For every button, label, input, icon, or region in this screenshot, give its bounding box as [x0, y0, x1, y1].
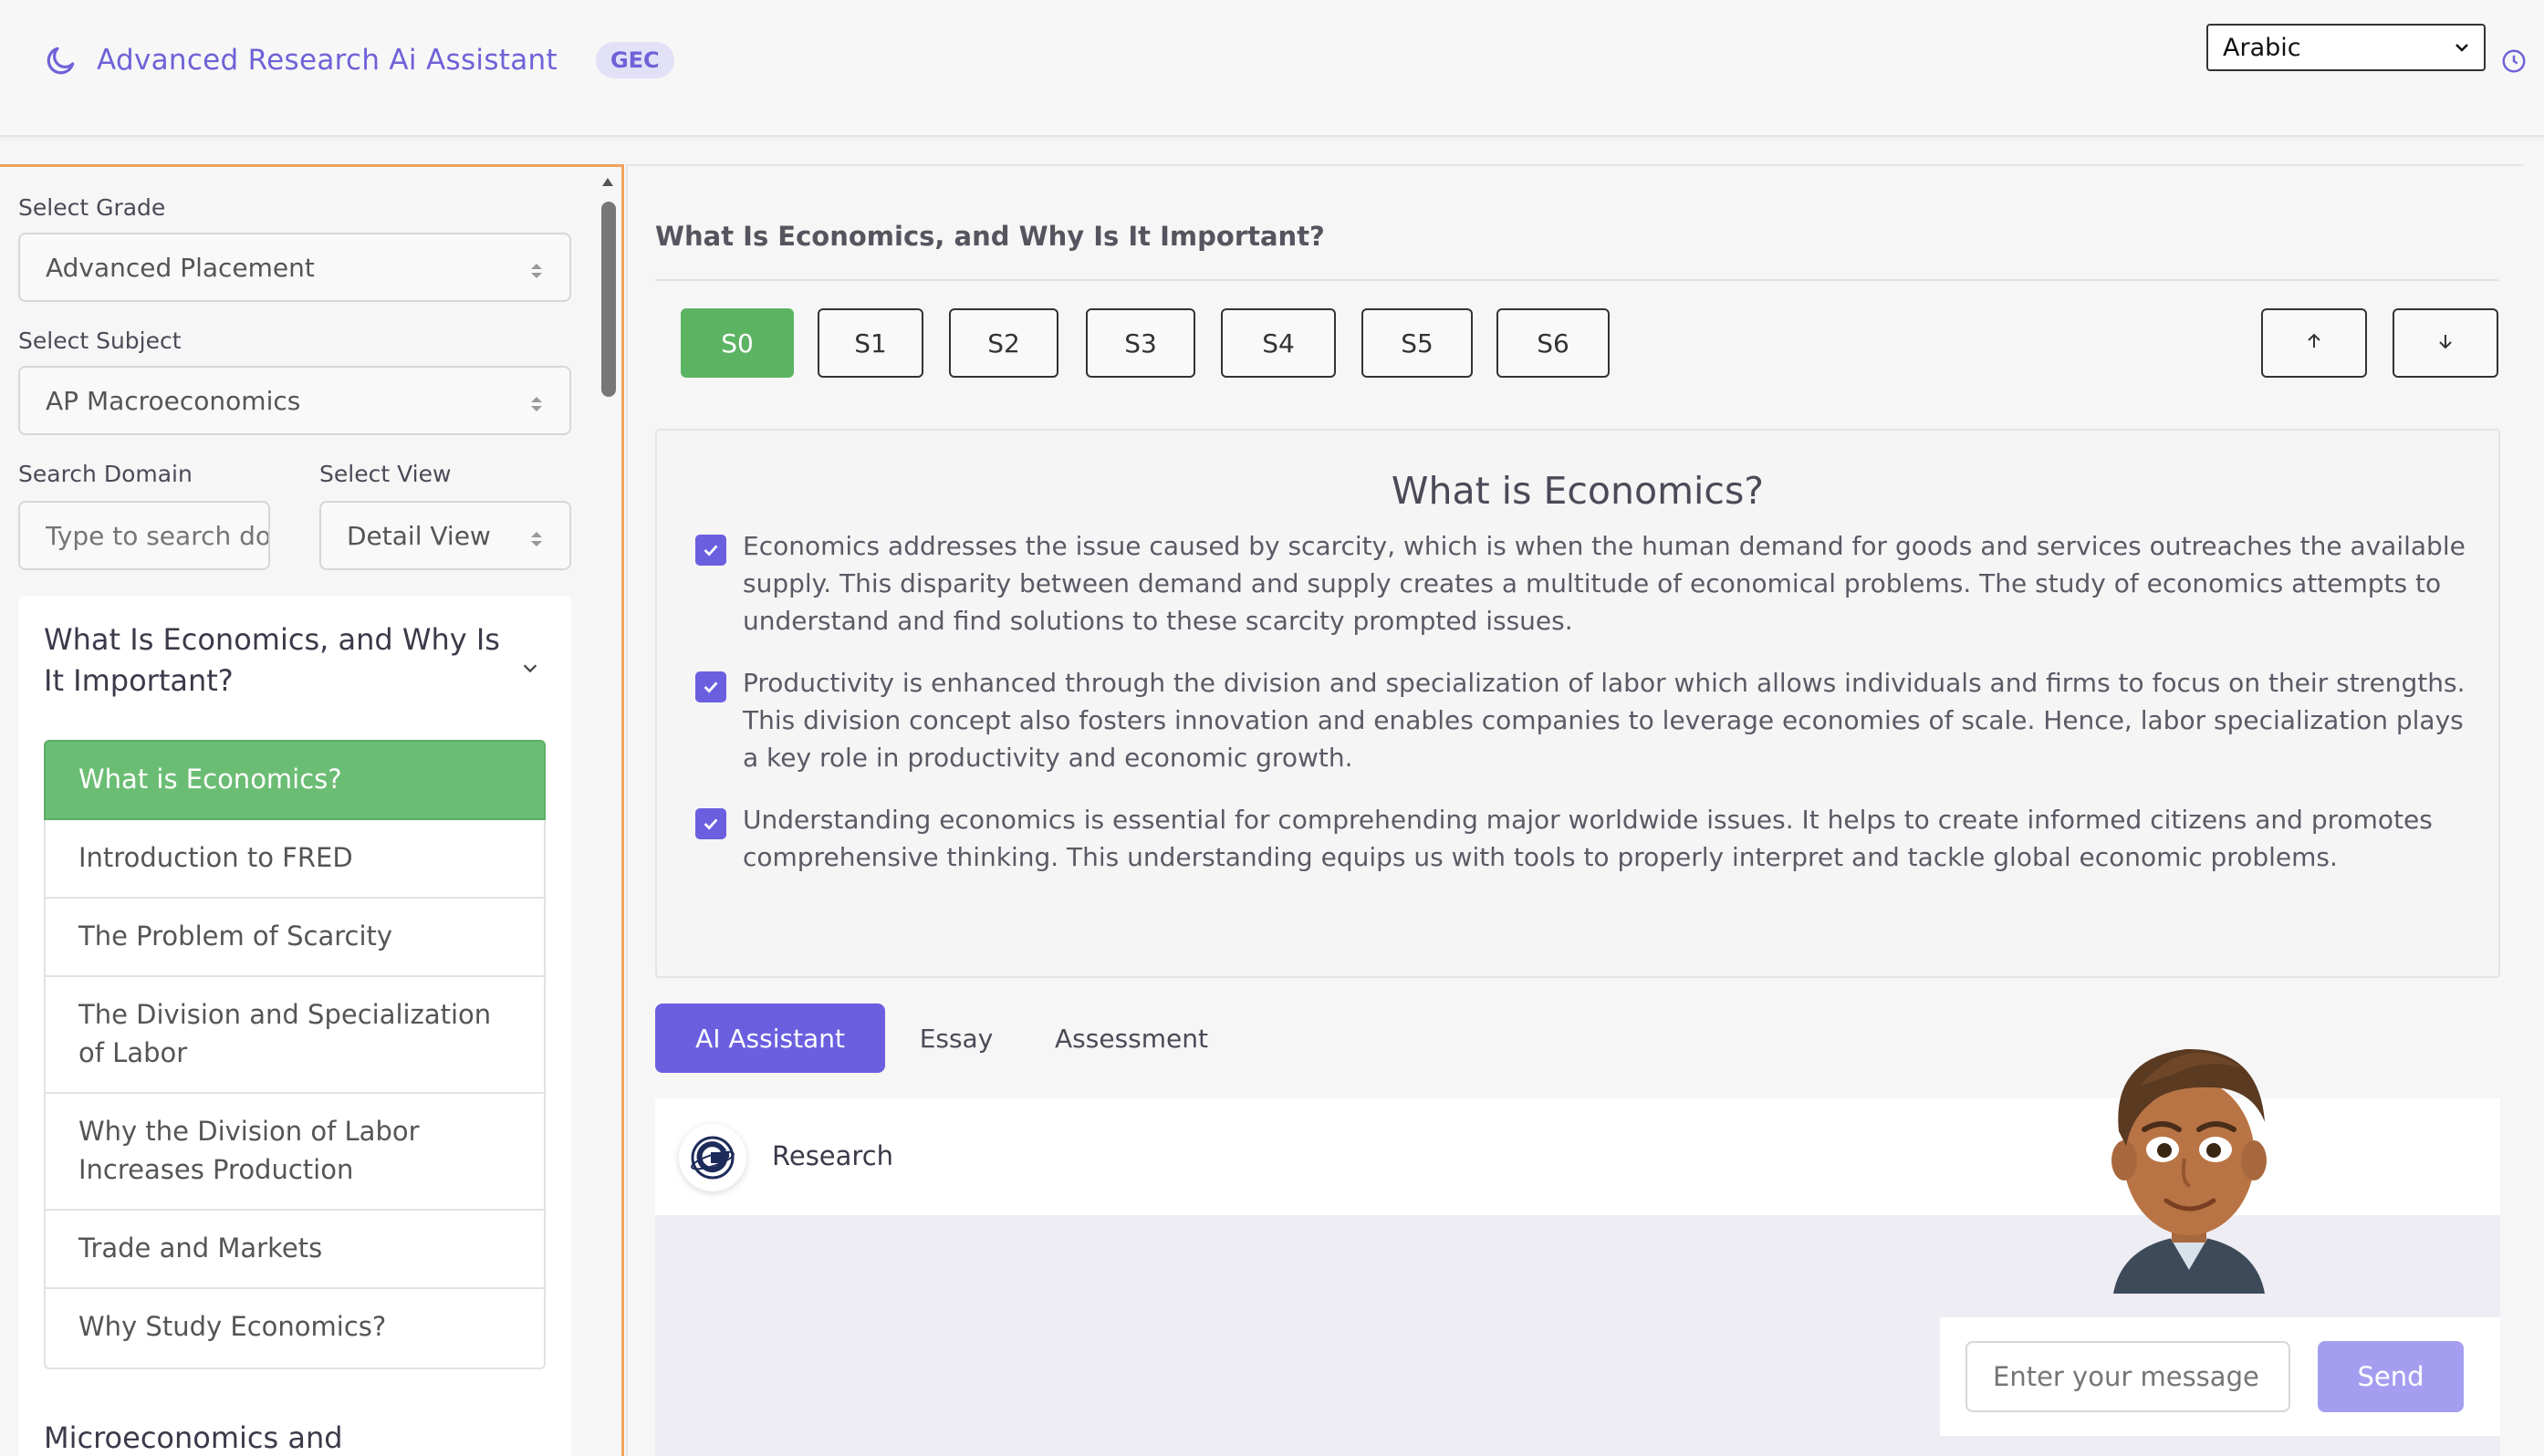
- chevron-down-icon: [2451, 36, 2473, 65]
- key-point: Understanding economics is essential for…: [695, 801, 2466, 876]
- divider: [655, 279, 2498, 281]
- arrow-up-icon: [2303, 330, 2325, 356]
- section-button-s5[interactable]: S5: [1361, 308, 1473, 378]
- view-label: Select View: [319, 461, 452, 487]
- sort-arrows-icon: [527, 258, 546, 288]
- sort-arrows-icon: [527, 526, 546, 556]
- tab-essay[interactable]: Essay: [911, 1004, 1002, 1073]
- key-point-text: Productivity is enhanced through the div…: [743, 668, 2466, 773]
- tab-ai-assistant[interactable]: AI Assistant: [655, 1004, 885, 1073]
- content-card: What is Economics? Economics addresses t…: [655, 429, 2500, 978]
- scroll-up-icon[interactable]: [600, 174, 615, 192]
- page-title: What Is Economics, and Why Is It Importa…: [655, 221, 1325, 252]
- view-value: Detail View: [347, 520, 491, 551]
- scroll-up-button[interactable]: [2261, 308, 2367, 378]
- chevron-down-icon[interactable]: [520, 658, 540, 681]
- sidebar: Select Grade Advanced Placement Select S…: [0, 164, 624, 1456]
- section-button-s0[interactable]: S0: [681, 308, 794, 378]
- chapter-title[interactable]: What Is Economics, and Why Is It Importa…: [44, 619, 518, 702]
- view-select[interactable]: Detail View: [319, 501, 571, 570]
- key-point-text: Economics addresses the issue caused by …: [743, 531, 2466, 636]
- grade-value: Advanced Placement: [46, 252, 315, 283]
- brand[interactable]: Advanced Research Ai Assistant GEC: [44, 42, 674, 78]
- lesson-item[interactable]: What is Economics?: [44, 740, 546, 820]
- moon-icon: [44, 42, 80, 78]
- chapter-card: What Is Economics, and Why Is It Importa…: [18, 596, 571, 1456]
- key-point-text: Understanding economics is essential for…: [743, 805, 2433, 872]
- language-select[interactable]: Arabic: [2206, 24, 2486, 71]
- scrollbar-thumb[interactable]: [601, 202, 616, 397]
- scroll-down-button[interactable]: [2393, 308, 2498, 378]
- chapter-card: Microeconomics and: [18, 1393, 571, 1456]
- assistant-panel: Research Enter your message Send: [655, 1048, 2500, 1456]
- assistant-avatar: [2086, 1031, 2292, 1294]
- subject-select[interactable]: AP Macroeconomics: [18, 366, 571, 435]
- lesson-item[interactable]: Trade and Markets: [44, 1211, 546, 1289]
- sort-arrows-icon: [527, 391, 546, 421]
- section-button-s1[interactable]: S1: [818, 308, 923, 378]
- chapter-title[interactable]: Microeconomics and: [44, 1420, 343, 1455]
- send-button[interactable]: Send: [2318, 1341, 2464, 1412]
- search-domain-label: Search Domain: [18, 461, 193, 487]
- lesson-item[interactable]: Introduction to FRED: [44, 820, 546, 899]
- assistant-logo-icon: [679, 1124, 746, 1191]
- message-composer: Send: [1940, 1317, 2500, 1436]
- checkbox[interactable]: [695, 808, 726, 839]
- clock-icon[interactable]: [2500, 47, 2528, 78]
- main-panel: What Is Economics, and Why Is It Importa…: [626, 164, 2524, 1456]
- section-button-s2[interactable]: S2: [949, 308, 1058, 378]
- section-button-s6[interactable]: S6: [1496, 308, 1610, 378]
- subject-value: AP Macroeconomics: [46, 385, 301, 416]
- grade-label: Select Grade: [18, 194, 166, 221]
- checkbox[interactable]: [695, 535, 726, 566]
- org-badge: GEC: [595, 42, 674, 78]
- assistant-label: Research: [772, 1140, 894, 1171]
- lesson-item[interactable]: Why the Division of Labor Increases Prod…: [44, 1094, 546, 1211]
- lesson-item[interactable]: The Division and Specialization of Labor: [44, 977, 546, 1094]
- subject-label: Select Subject: [18, 328, 182, 354]
- key-point: Productivity is enhanced through the div…: [695, 664, 2466, 776]
- grade-select[interactable]: Advanced Placement: [18, 233, 571, 302]
- arrow-down-icon: [2435, 330, 2456, 356]
- app-header: Advanced Research Ai Assistant GEC Arabi…: [0, 0, 2544, 137]
- key-point: Economics addresses the issue caused by …: [695, 527, 2466, 640]
- language-value: Arabic: [2223, 33, 2301, 62]
- content-heading: What is Economics?: [1391, 469, 1765, 513]
- message-input[interactable]: [1965, 1341, 2290, 1412]
- tab-assessment[interactable]: Assessment: [1048, 1004, 1215, 1073]
- section-button-s4[interactable]: S4: [1221, 308, 1336, 378]
- app-title: Advanced Research Ai Assistant: [97, 44, 558, 77]
- lesson-item[interactable]: The Problem of Scarcity: [44, 899, 546, 977]
- search-domain-input[interactable]: [18, 501, 270, 570]
- section-button-s3[interactable]: S3: [1086, 308, 1195, 378]
- lesson-item[interactable]: Why Study Economics?: [44, 1289, 546, 1369]
- checkbox[interactable]: [695, 671, 726, 702]
